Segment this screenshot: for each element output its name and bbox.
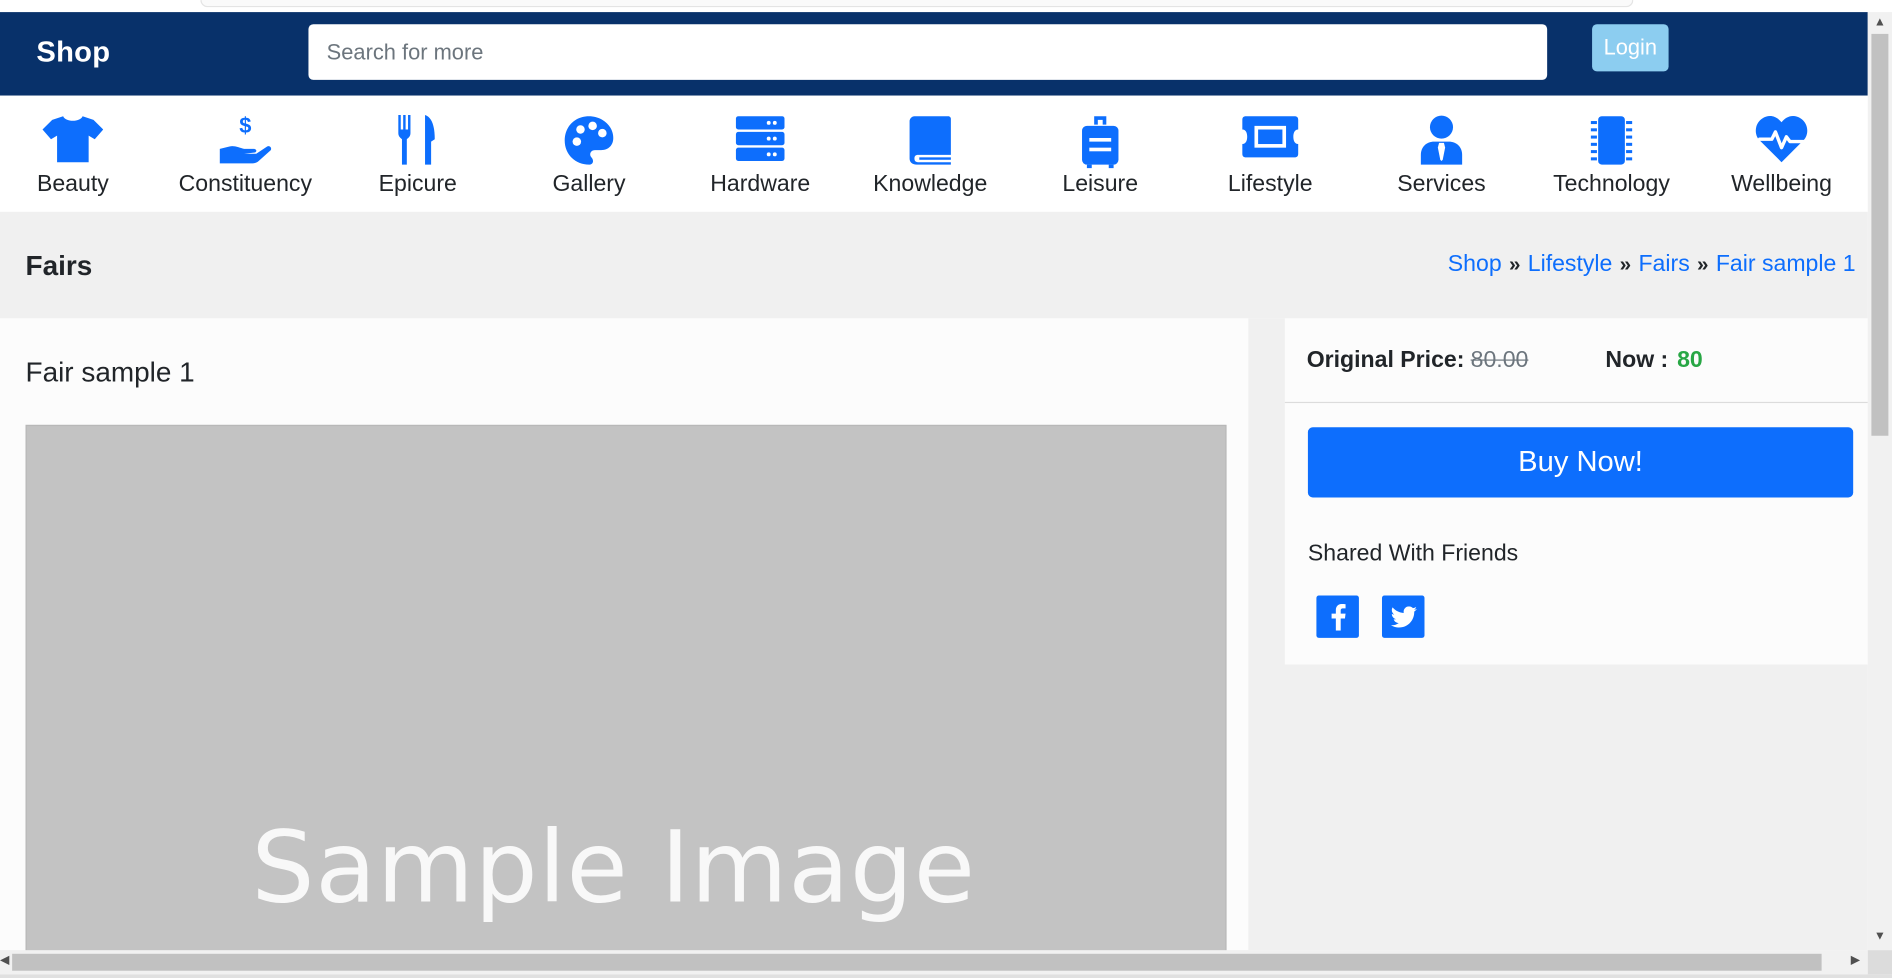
- facebook-icon: [1330, 603, 1345, 631]
- category-label: Services: [1397, 171, 1486, 198]
- buy-now-button[interactable]: Buy Now!: [1307, 427, 1854, 498]
- category-label: Epicure: [378, 171, 457, 198]
- site-header: Shop Login: [0, 12, 1868, 96]
- category-label: Gallery: [552, 171, 626, 198]
- breadcrumb-fairs[interactable]: Fairs: [1638, 252, 1689, 277]
- category-label: Lifestyle: [1227, 171, 1313, 198]
- chevrons-right-icon: »: [1508, 252, 1521, 276]
- scroll-up-arrow-icon[interactable]: ▲: [1874, 16, 1886, 29]
- search-input[interactable]: [308, 24, 1548, 80]
- book-icon: [909, 116, 951, 165]
- bottom-edge: [0, 974, 1892, 978]
- category-label: Hardware: [710, 171, 811, 198]
- scroll-right-arrow-icon[interactable]: ▶: [1851, 954, 1860, 967]
- category-hardware[interactable]: Hardware: [681, 96, 839, 212]
- price-row: Original Price: 80.00 Now : 80: [1284, 318, 1868, 404]
- category-label: Technology: [1553, 171, 1670, 198]
- category-wellbeing[interactable]: Wellbeing: [1703, 96, 1861, 212]
- category-nav: Beauty $ Constituency Epicure Gallery Ha…: [0, 95, 1868, 212]
- horizontal-scrollbar[interactable]: ◀ ▶: [0, 950, 1868, 975]
- ticket-icon: [1242, 116, 1299, 158]
- category-label: Wellbeing: [1731, 171, 1832, 198]
- top-strip: [0, 0, 1892, 13]
- category-label: Constituency: [178, 171, 313, 198]
- vertical-scrollbar[interactable]: ▲ ▼: [1867, 12, 1892, 951]
- scroll-left-arrow-icon[interactable]: ◀: [0, 954, 9, 967]
- utensils-icon: [398, 114, 435, 165]
- category-label: Leisure: [1062, 171, 1139, 198]
- category-label: Knowledge: [873, 171, 988, 198]
- vertical-scroll-thumb[interactable]: [1871, 33, 1889, 436]
- browser-viewport: Shop Login Beauty $ Constituency Epicure…: [0, 0, 1892, 978]
- now-price-value: 80: [1677, 347, 1703, 373]
- horizontal-scroll-thumb[interactable]: [12, 953, 1822, 971]
- heartbeat-icon: [1755, 116, 1808, 163]
- scroll-down-arrow-icon[interactable]: ▼: [1874, 930, 1886, 943]
- product-card: Fair sample 1 Sample Image: [0, 318, 1249, 958]
- purchase-panel: Original Price: 80.00 Now : 80 Buy Now! …: [1284, 318, 1868, 665]
- suitcase-icon: [1082, 116, 1119, 169]
- twitter-share-button[interactable]: [1381, 595, 1425, 638]
- facebook-share-button[interactable]: [1316, 595, 1359, 638]
- category-services[interactable]: Services: [1363, 96, 1521, 212]
- breadcrumb-current[interactable]: Fair sample 1: [1716, 252, 1856, 277]
- category-gallery[interactable]: Gallery: [510, 96, 668, 212]
- now-price-label: Now :: [1605, 347, 1669, 373]
- category-label: Beauty: [36, 171, 109, 198]
- chevrons-right-icon: »: [1619, 252, 1632, 276]
- category-epicure[interactable]: Epicure: [339, 96, 497, 212]
- main-content: Fair sample 1 Sample Image Original Pric…: [0, 318, 1868, 958]
- page-title-bar: Fairs Shop» Lifestyle» Fairs» Fair sample 1: [0, 211, 1868, 319]
- page-title: Fairs: [25, 249, 93, 281]
- category-knowledge[interactable]: Knowledge: [851, 96, 1009, 212]
- category-beauty[interactable]: Beauty: [0, 96, 152, 212]
- category-constituency[interactable]: $ Constituency: [166, 96, 324, 212]
- category-technology[interactable]: Technology: [1533, 96, 1691, 212]
- brand-logo[interactable]: Shop: [36, 36, 110, 70]
- original-price-label: Original Price:: [1306, 347, 1465, 373]
- top-strip-bar: [200, 0, 1634, 8]
- hand-holding-dollar-icon: $: [219, 115, 272, 164]
- product-image-text: Sample Image: [251, 810, 976, 926]
- tshirt-icon: [42, 116, 104, 163]
- breadcrumb-lifestyle[interactable]: Lifestyle: [1528, 252, 1613, 277]
- category-lifestyle[interactable]: Lifestyle: [1191, 96, 1349, 212]
- product-title: Fair sample 1: [25, 355, 195, 388]
- scrollbar-corner: [1867, 950, 1892, 975]
- login-button[interactable]: Login: [1592, 24, 1669, 72]
- breadcrumb-shop[interactable]: Shop: [1448, 252, 1502, 277]
- microchip-icon: [1590, 116, 1633, 165]
- server-icon: [735, 116, 785, 161]
- category-leisure[interactable]: Leisure: [1021, 96, 1179, 212]
- product-image: Sample Image: [25, 424, 1227, 958]
- chevrons-right-icon: »: [1697, 252, 1709, 276]
- twitter-icon: [1390, 605, 1417, 627]
- share-label: Shared With Friends: [1307, 541, 1519, 567]
- user-tie-icon: [1420, 115, 1463, 165]
- original-price-value: 80.00: [1470, 347, 1529, 373]
- svg-text:$: $: [239, 115, 251, 138]
- breadcrumb: Shop» Lifestyle» Fairs» Fair sample 1: [1448, 252, 1856, 279]
- palette-icon: [564, 116, 614, 165]
